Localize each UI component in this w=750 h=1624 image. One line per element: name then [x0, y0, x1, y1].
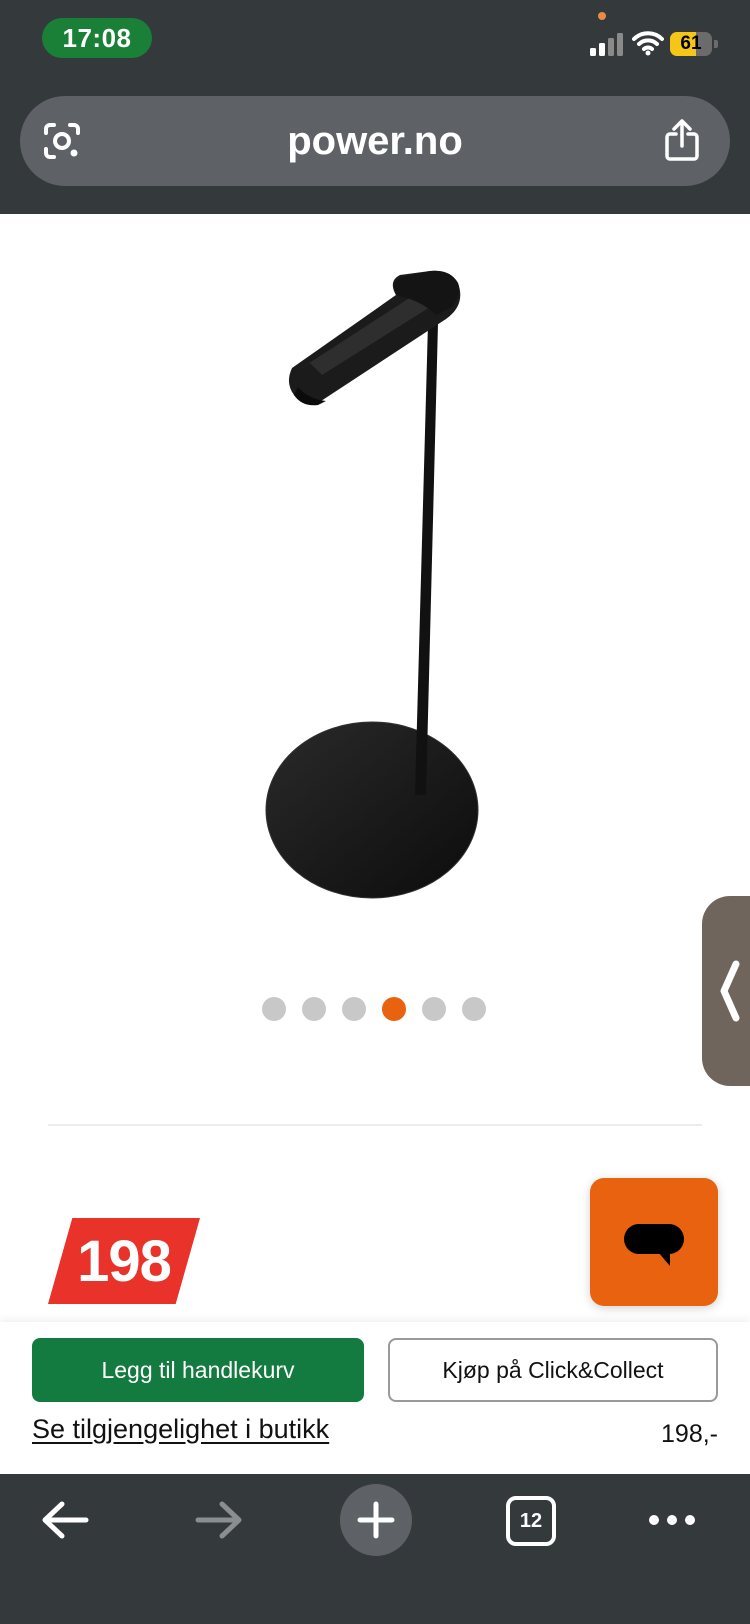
chat-button[interactable]	[590, 1178, 718, 1306]
plus-icon	[357, 1501, 395, 1539]
carousel-dot[interactable]	[262, 997, 286, 1021]
lens-icon[interactable]	[42, 121, 82, 161]
recording-indicator-dot	[598, 12, 606, 20]
purchase-bar: Legg til handlekurv Kjøp på Click&Collec…	[0, 1322, 750, 1474]
carousel-pagination	[262, 997, 486, 1023]
price-badge: 198	[48, 1218, 200, 1304]
click-collect-button[interactable]: Kjøp på Click&Collect	[388, 1338, 718, 1402]
price-badge-value: 198	[77, 1228, 172, 1294]
back-arrow-icon[interactable]	[38, 1498, 90, 1542]
add-to-cart-button[interactable]: Legg til handlekurv	[32, 1338, 364, 1402]
section-divider	[48, 1124, 702, 1126]
wifi-icon	[632, 31, 664, 56]
headphone-stand-image[interactable]	[230, 265, 510, 925]
product-price: 198,-	[661, 1420, 718, 1448]
carousel-dot[interactable]	[462, 997, 486, 1021]
more-icon[interactable]	[648, 1510, 696, 1530]
carousel-dot[interactable]	[422, 997, 446, 1021]
battery-indicator: 61	[670, 32, 718, 56]
carousel-dot[interactable]	[342, 997, 366, 1021]
status-time: 17:08	[42, 18, 152, 58]
url-text[interactable]: power.no	[20, 96, 730, 186]
forward-arrow-icon[interactable]	[194, 1498, 246, 1542]
side-panel-tab[interactable]	[702, 896, 750, 1086]
chevron-left-icon	[720, 960, 740, 1022]
store-availability-link[interactable]: Se tilgjengelighet i butikk	[32, 1414, 329, 1445]
chat-bubble-icon	[624, 1224, 684, 1266]
new-tab-button[interactable]	[340, 1484, 412, 1556]
top-browser-chrome: 17:08 61 power.no	[0, 0, 750, 214]
carousel-dot[interactable]	[302, 997, 326, 1021]
cellular-signal-icon	[590, 33, 623, 56]
tabs-icon[interactable]: 12	[506, 1496, 556, 1546]
carousel-dot[interactable]	[382, 997, 406, 1021]
address-bar[interactable]: power.no	[20, 96, 730, 186]
battery-level-text: 61	[680, 33, 702, 54]
bottom-browser-toolbar: 12	[0, 1474, 750, 1624]
share-icon[interactable]	[662, 118, 702, 162]
